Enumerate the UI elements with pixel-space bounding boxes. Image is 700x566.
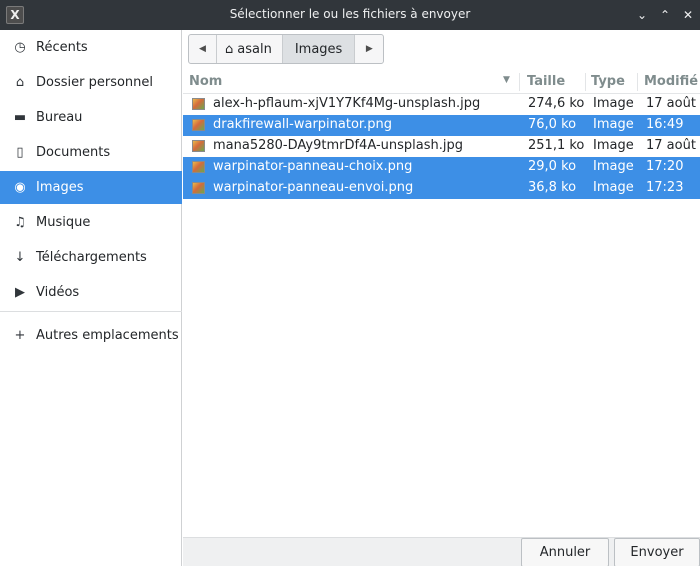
camera-icon: ◉	[14, 180, 26, 195]
file-row[interactable]: drakfirewall-warpinator.png 76,0 ko Imag…	[183, 115, 700, 136]
sidebar-item-downloads[interactable]: ↓ Téléchargements	[0, 241, 182, 274]
image-file-icon	[192, 98, 205, 110]
clock-icon: ◷	[14, 40, 26, 55]
file-modified: 17:23	[646, 180, 684, 195]
sort-descending-icon[interactable]: ▼	[503, 75, 510, 85]
sidebar-item-videos[interactable]: ▶ Vidéos	[0, 276, 182, 309]
home-icon: ⌂	[15, 75, 25, 90]
file-modified: 17 août	[646, 96, 696, 111]
cancel-button[interactable]: Annuler	[521, 538, 609, 566]
plus-icon: +	[14, 328, 26, 343]
file-modified: 17:20	[646, 159, 684, 174]
close-icon[interactable]: ✕	[679, 6, 697, 24]
column-modified-header[interactable]: Modifié	[644, 74, 698, 89]
file-row[interactable]: mana5280-DAy9tmrDf4A-unsplash.jpg 251,1 …	[183, 136, 700, 157]
home-icon: ⌂	[225, 41, 234, 57]
chevron-left-icon: ◀	[199, 44, 206, 54]
file-name: warpinator-panneau-envoi.png	[213, 180, 414, 195]
video-icon: ▶	[15, 285, 25, 300]
image-file-icon	[192, 182, 205, 194]
file-type: Image	[593, 159, 634, 174]
maximize-icon[interactable]: ⌃	[656, 6, 674, 24]
places-sidebar: ◷ Récents ⌂ Dossier personnel ▬ Bureau ▯…	[0, 30, 182, 566]
sidebar-item-label: Autres emplacements	[36, 328, 179, 343]
image-file-icon	[192, 119, 205, 131]
column-divider	[519, 73, 520, 91]
image-file-icon	[192, 140, 205, 152]
file-list: Nom ▼ Taille Type Modifié alex-h-pflaum-…	[183, 70, 700, 537]
sidebar-item-label: Images	[36, 180, 84, 195]
column-size-header[interactable]: Taille	[527, 74, 565, 89]
sidebar-item-label: Musique	[36, 215, 91, 230]
sidebar-item-label: Bureau	[36, 110, 83, 125]
file-modified: 16:49	[646, 117, 684, 132]
file-name: alex-h-pflaum-xjV1Y7Kf4Mg-unsplash.jpg	[213, 96, 481, 111]
sidebar-item-images[interactable]: ◉ Images	[0, 171, 182, 204]
window-title: Sélectionner le ou les fichiers à envoye…	[229, 7, 471, 21]
file-name: drakfirewall-warpinator.png	[213, 117, 392, 132]
sidebar-item-recents[interactable]: ◷ Récents	[0, 31, 182, 64]
file-type: Image	[593, 96, 634, 111]
path-back-button[interactable]: ◀	[189, 35, 217, 63]
sidebar-item-label: Documents	[36, 145, 111, 160]
sidebar-item-other-locations[interactable]: + Autres emplacements	[0, 319, 182, 352]
sidebar-divider	[0, 311, 182, 312]
folder-icon: ▬	[13, 110, 27, 125]
image-file-icon	[192, 161, 205, 173]
column-name-header[interactable]: Nom	[189, 74, 222, 89]
file-type: Image	[593, 117, 634, 132]
sidebar-item-label: Récents	[36, 40, 88, 55]
path-forward-button[interactable]: ▶	[355, 35, 383, 63]
path-bar: ◀ ⌂ asaln Images ▶	[188, 34, 385, 64]
document-icon: ▯	[16, 145, 24, 160]
file-name: warpinator-panneau-choix.png	[213, 159, 413, 174]
file-row[interactable]: warpinator-panneau-envoi.png 36,8 ko Ima…	[183, 178, 700, 199]
sidebar-item-label: Vidéos	[36, 285, 80, 300]
file-size: 76,0 ko	[528, 117, 577, 132]
path-current-button[interactable]: Images	[282, 35, 356, 63]
sidebar-item-label: Dossier personnel	[36, 75, 154, 90]
file-size: 29,0 ko	[528, 159, 577, 174]
title-bar: X Sélectionner le ou les fichiers à envo…	[0, 0, 700, 30]
file-size: 36,8 ko	[528, 180, 577, 195]
download-icon: ↓	[14, 250, 26, 265]
sidebar-item-documents[interactable]: ▯ Documents	[0, 136, 182, 169]
file-type: Image	[593, 138, 634, 153]
music-icon: ♫	[14, 215, 26, 230]
file-size: 274,6 ko	[528, 96, 585, 111]
sidebar-item-desktop[interactable]: ▬ Bureau	[0, 101, 182, 134]
path-home-label: asaln	[237, 41, 272, 57]
file-size: 251,1 ko	[528, 138, 585, 153]
column-type-header[interactable]: Type	[591, 74, 625, 89]
chevron-right-icon: ▶	[365, 44, 373, 54]
file-modified: 17 août	[646, 138, 696, 153]
file-name: mana5280-DAy9tmrDf4A-unsplash.jpg	[213, 138, 463, 153]
send-button[interactable]: Envoyer	[614, 538, 700, 566]
dialog-action-bar: Annuler Envoyer	[183, 537, 700, 566]
column-divider	[585, 73, 586, 91]
column-divider	[637, 73, 638, 91]
file-row[interactable]: alex-h-pflaum-xjV1Y7Kf4Mg-unsplash.jpg 2…	[183, 94, 700, 115]
path-current-label: Images	[294, 41, 343, 57]
file-type: Image	[593, 180, 634, 195]
minimize-icon[interactable]: ⌄	[633, 6, 651, 24]
column-header: Nom ▼ Taille Type Modifié	[183, 70, 700, 94]
file-row[interactable]: warpinator-panneau-choix.png 29,0 ko Ima…	[183, 157, 700, 178]
path-home-button[interactable]: ⌂ asaln	[217, 35, 283, 63]
sidebar-item-label: Téléchargements	[36, 250, 147, 265]
sidebar-item-music[interactable]: ♫ Musique	[0, 206, 182, 239]
sidebar-item-home[interactable]: ⌂ Dossier personnel	[0, 66, 182, 99]
